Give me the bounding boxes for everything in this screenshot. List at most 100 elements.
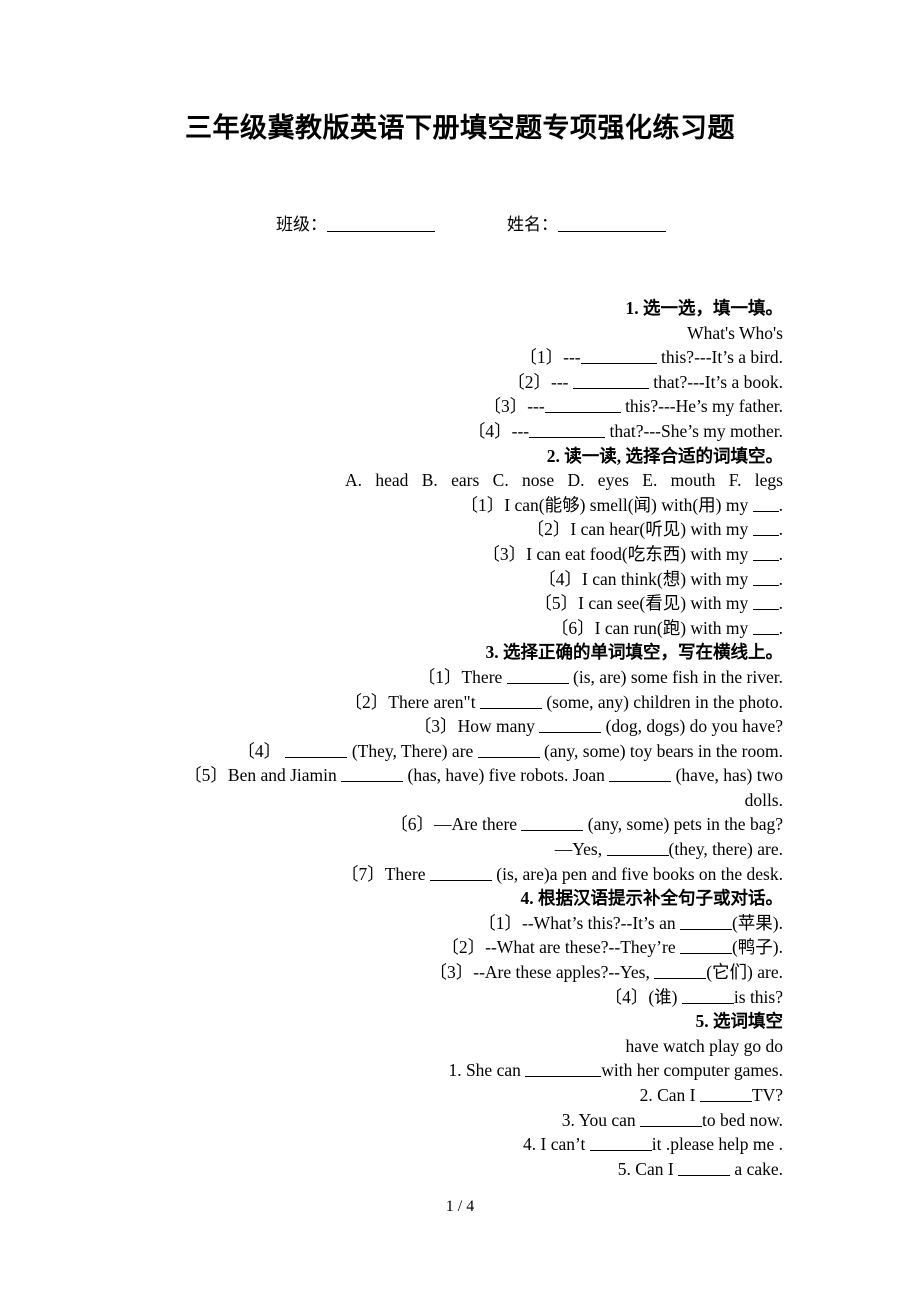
answer-blank[interactable]	[681, 986, 734, 1004]
answer-blank[interactable]	[341, 765, 404, 783]
item-number: 〔3〕	[429, 962, 474, 983]
section-1-wordbank: What's Who's	[687, 322, 783, 343]
item-pre: I can(能够) smell(闻) with(用) my	[504, 494, 753, 515]
item-pre: Ben and Jiamin	[227, 765, 342, 786]
class-field: 班级：	[276, 213, 435, 237]
item-pre: I can’t	[540, 1134, 590, 1155]
answer-blank[interactable]	[654, 961, 707, 980]
section-5-wordbank: have watch play go do	[625, 1035, 783, 1056]
page-title: 三年级冀教版英语下册填空题专项强化练习题	[185, 113, 735, 143]
item-number: 〔5〕	[184, 765, 228, 786]
section-1-item-3: 〔3〕--- this?---He’s my father.	[137, 394, 783, 419]
item-post: .	[778, 494, 783, 515]
answer-blank[interactable]	[479, 691, 542, 709]
answer-blank[interactable]	[529, 420, 606, 438]
answer-blank[interactable]	[429, 863, 492, 881]
section-2-item-6: 〔6〕I can run(跑) with my .	[137, 616, 783, 641]
item-pre: Can I	[657, 1085, 700, 1105]
section-3-heading: 3. 选择正确的单词填空，写在横线上。	[485, 642, 784, 663]
section-5-item-5: 5. Can I a cake.	[137, 1157, 783, 1182]
section-5-item-4: 4. I can’t it .please help me .	[137, 1132, 783, 1157]
name-field: 姓名：	[507, 213, 666, 237]
item-pre: You can	[578, 1109, 640, 1130]
item-post: (any, some) pets in the bag?	[583, 814, 783, 835]
item-number: 〔7〕	[340, 863, 385, 884]
item-pre: I can run(跑) with my	[594, 617, 753, 638]
answer-blank[interactable]	[580, 347, 657, 365]
item-number: 〔2〕	[441, 937, 486, 958]
answer-blank[interactable]	[679, 937, 732, 955]
option-c: C. nose	[492, 470, 555, 491]
item-pre: (谁)	[648, 986, 682, 1007]
section-5-item-2: 2. Can I TV?	[137, 1083, 783, 1108]
answer-blank[interactable]	[752, 543, 779, 561]
answer-blank[interactable]	[477, 740, 540, 758]
item-post: is this?	[733, 986, 783, 1007]
answer-blank[interactable]	[506, 666, 569, 684]
section-3-item-2: 〔2〕There aren"t (some, any) children in …	[137, 690, 783, 715]
item-post: it .please help me .	[651, 1134, 783, 1155]
answer-blank[interactable]	[525, 1060, 602, 1078]
item-post: (have, has) two	[671, 765, 783, 786]
section-3-item-3: 〔3〕How many (dog, dogs) do you have?	[137, 714, 783, 739]
item-number: 4.	[523, 1134, 537, 1155]
option-a: A. head	[345, 470, 409, 491]
answer-blank[interactable]	[572, 371, 649, 389]
answer-blank[interactable]	[679, 912, 732, 930]
answer-blank[interactable]	[752, 617, 779, 635]
answer-blank[interactable]	[589, 1134, 652, 1152]
answer-blank[interactable]	[752, 568, 779, 586]
item-mid: (has, have) five robots. Joan	[403, 765, 610, 786]
section-5-item-3: 3. You can to bed now.	[137, 1108, 783, 1133]
answer-blank[interactable]	[752, 593, 779, 611]
item-pre: --What’s this?--It’s an	[522, 912, 680, 933]
item-post: .	[778, 568, 783, 589]
item-post: .	[778, 617, 783, 638]
item-post: (is, are)a pen and five books on the des…	[491, 863, 783, 884]
answer-blank[interactable]	[285, 740, 348, 758]
section-4-item-2: 〔2〕--What are these?--They’re (鸭子).	[137, 935, 783, 960]
answer-blank[interactable]	[752, 519, 779, 537]
answer-blank[interactable]	[539, 715, 602, 734]
item-number: 〔4〕	[604, 986, 649, 1007]
item-mid: (They, There) are	[347, 740, 478, 761]
item-post: .	[778, 519, 783, 540]
answer-blank[interactable]	[521, 814, 584, 832]
item-post: .	[778, 543, 783, 564]
section-3-item-5-wrap: dolls.	[744, 789, 783, 810]
class-blank[interactable]	[327, 214, 435, 232]
section-1-item-4: 〔4〕--- that?---She’s my mother.	[137, 419, 783, 444]
section-2-item-4: 〔4〕I can think(想) with my .	[137, 567, 783, 592]
class-label: 班级：	[276, 215, 327, 234]
item-pre: --What are these?--They’re	[485, 937, 680, 958]
item-pre: There	[461, 666, 507, 687]
answer-blank[interactable]	[609, 765, 672, 783]
item-post: (它们) are.	[706, 962, 783, 983]
answer-blank[interactable]	[544, 396, 621, 414]
section-4-item-3: 〔3〕--Are these apples?--Yes, (它们) are.	[137, 960, 783, 985]
name-blank[interactable]	[558, 214, 666, 232]
section-4-heading: 4. 根据汉语提示补全句子或对话。	[520, 888, 784, 909]
answer-blank[interactable]	[639, 1109, 702, 1127]
item-number: 〔4〕	[538, 568, 583, 589]
answer-blank[interactable]	[606, 838, 669, 857]
section-3-item-7: 〔7〕There (is, are)a pen and five books o…	[137, 862, 783, 887]
answer-blank[interactable]	[752, 494, 779, 512]
item-number: 5.	[617, 1158, 631, 1179]
item-pre: ---	[563, 347, 581, 368]
item-pre: She can	[465, 1060, 526, 1081]
item-post: (any, some) toy bears in the room.	[539, 740, 783, 761]
item-post: to bed now.	[701, 1109, 783, 1130]
item-post: TV?	[751, 1085, 783, 1105]
item-number: 〔6〕	[390, 814, 434, 835]
item-number: 〔3〕	[482, 543, 527, 564]
section-2-item-2: 〔2〕I can hear(听见) with my .	[137, 517, 783, 542]
item-number: 〔2〕	[507, 371, 552, 392]
item-number: 〔4〕	[237, 740, 282, 761]
section-3-item-1: 〔1〕There (is, are) some fish in the rive…	[137, 665, 783, 690]
section-2-heading: 2. 读一读, 选择合适的词填空。	[546, 445, 783, 466]
answer-blank[interactable]	[699, 1084, 752, 1102]
answer-blank[interactable]	[678, 1158, 731, 1176]
item-number: 1.	[448, 1060, 462, 1081]
item-number: 〔3〕	[483, 396, 528, 417]
